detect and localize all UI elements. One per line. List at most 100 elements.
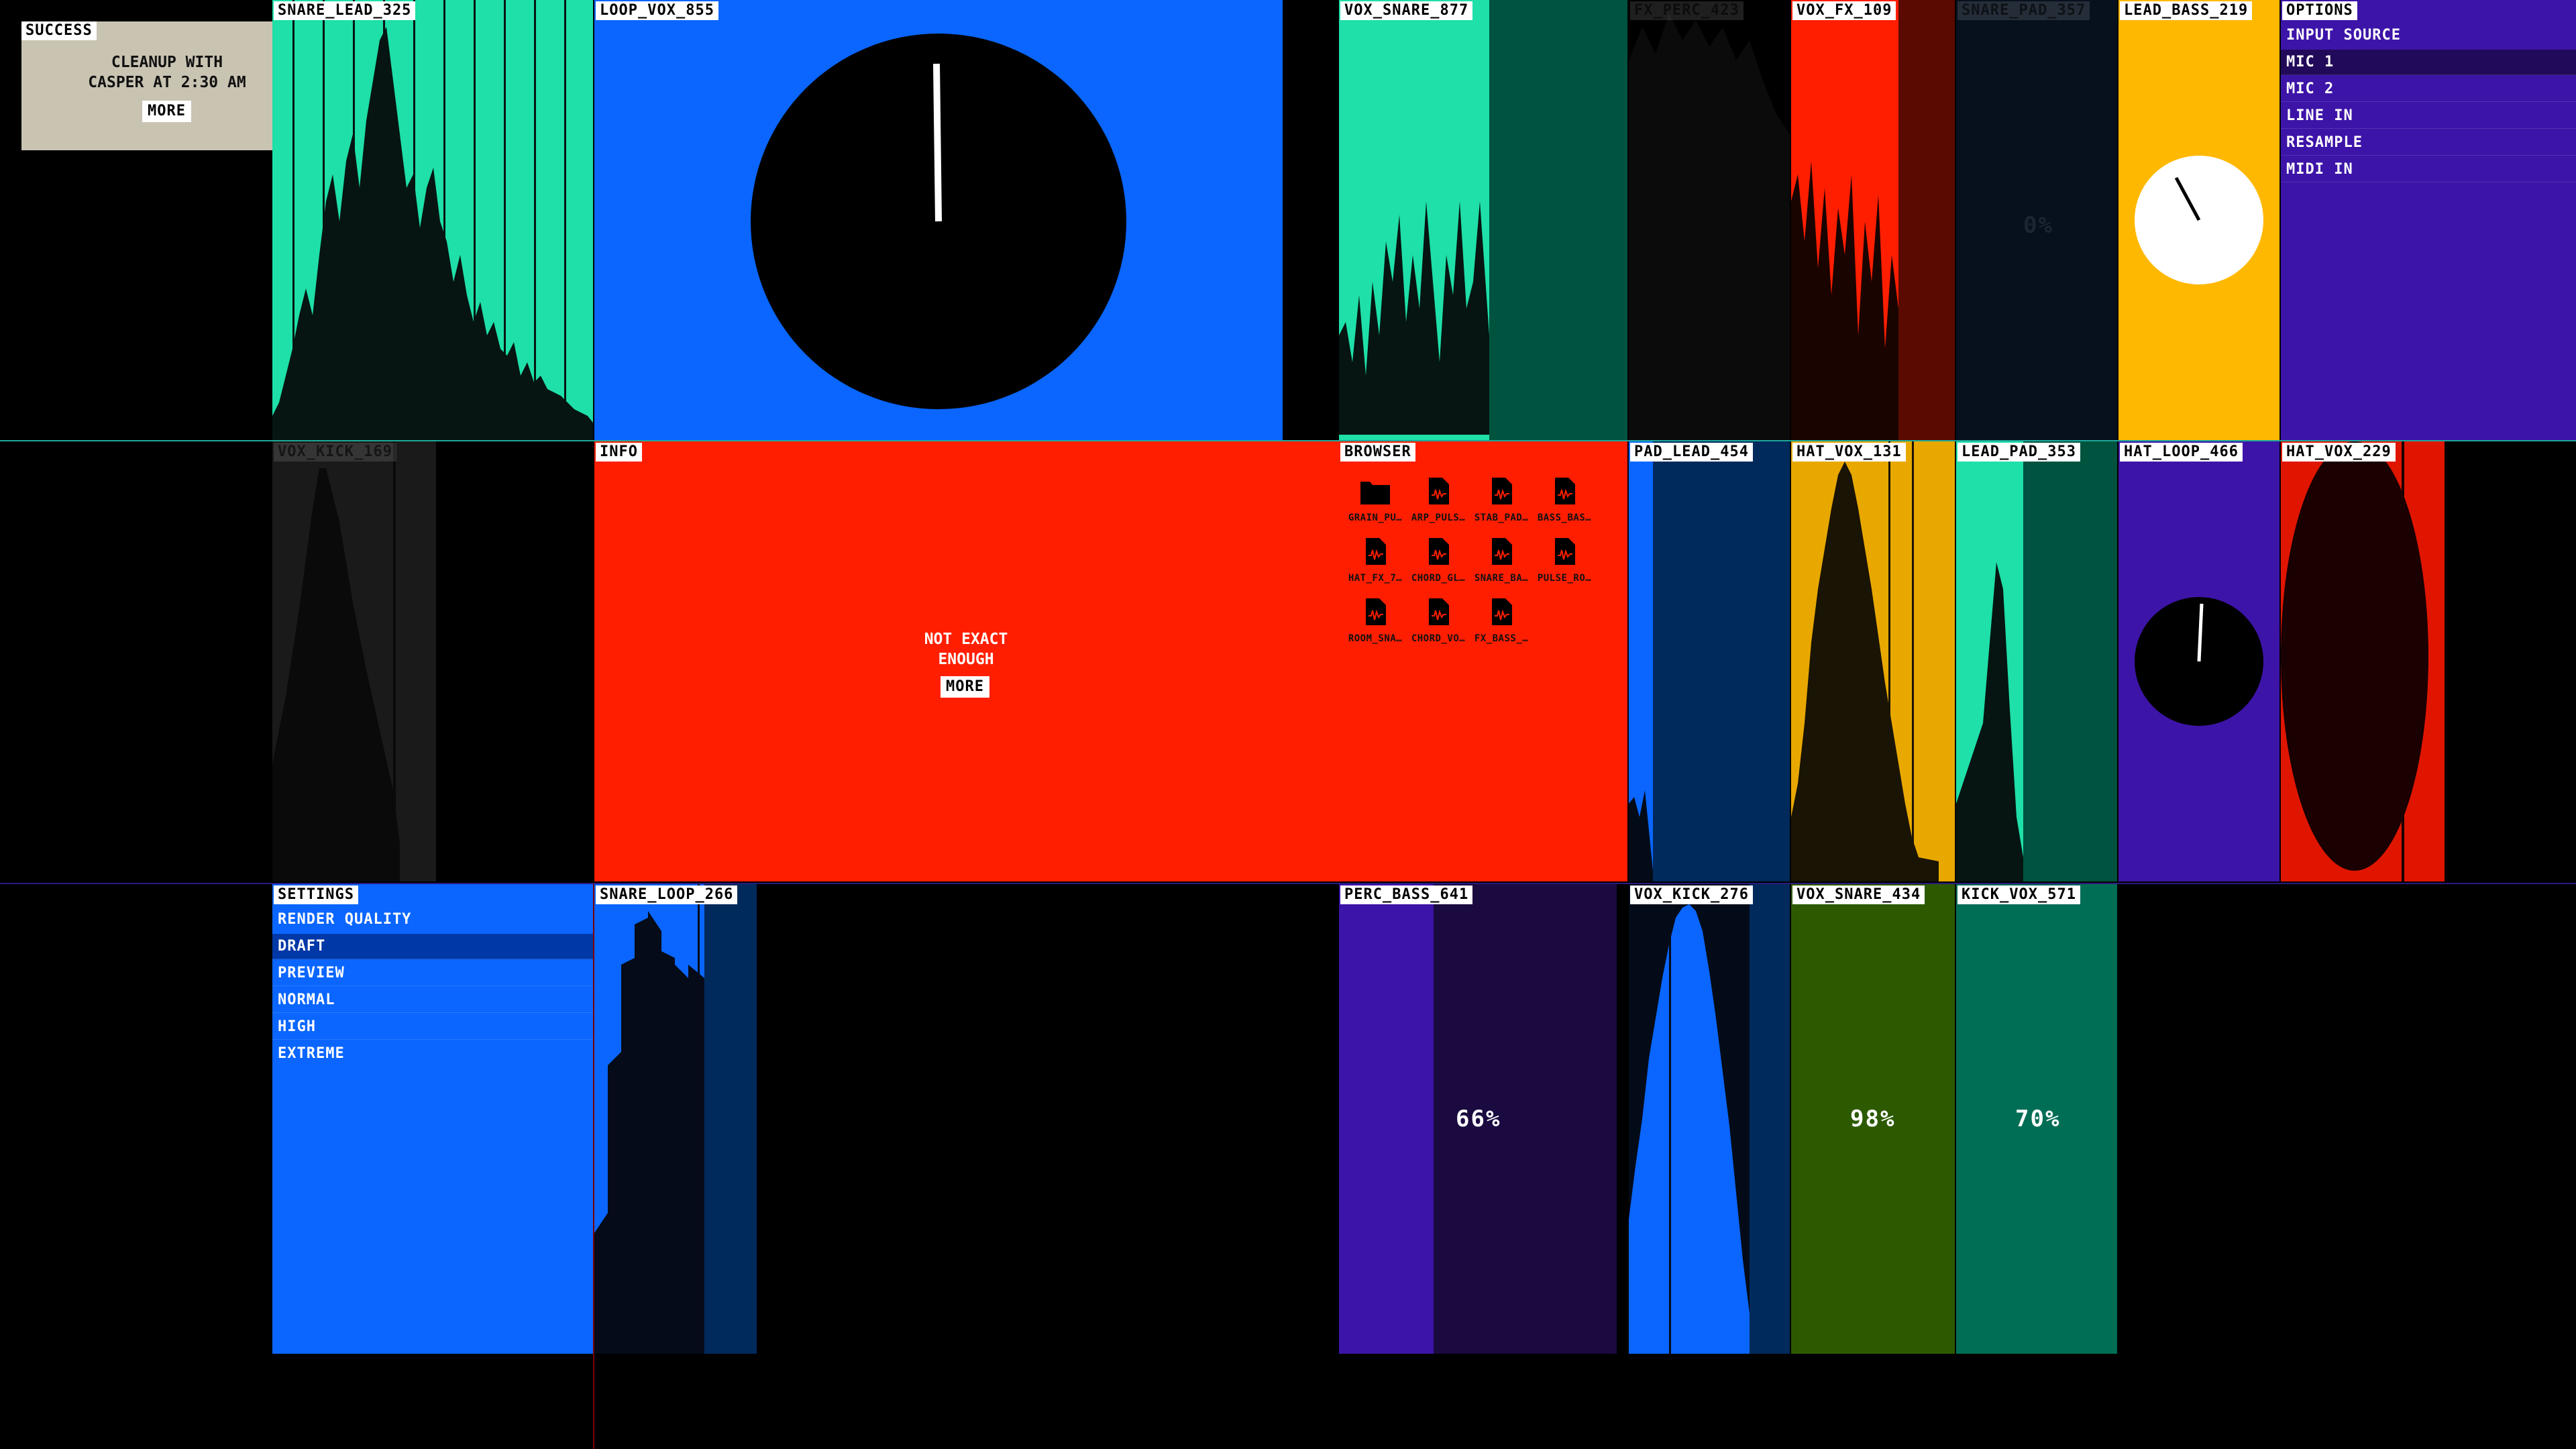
- settings-item-preview[interactable]: PREVIEW: [272, 961, 593, 986]
- options-item-mic-1[interactable]: MIC 1: [2281, 50, 2576, 75]
- file-item[interactable]: HAT_FX_7…: [1344, 537, 1406, 584]
- track-label: HAT_VOX_131: [1792, 443, 1906, 462]
- track-panel-pad-lead-454[interactable]: PAD_LEAD_454: [1629, 441, 1790, 881]
- track-panel-fx-perc-423[interactable]: FX_PERC_423: [1629, 0, 1790, 440]
- success-notification: SUCCESS CLEANUP WITH CASPER AT 2:30 AM M…: [21, 21, 313, 150]
- file-item[interactable]: GRAIN_PU…: [1344, 476, 1406, 523]
- file-name: BASS_BAS…: [1537, 513, 1592, 523]
- waveform: [1629, 884, 1750, 1354]
- info-message-line1: NOT EXACT: [924, 631, 1008, 648]
- track-panel-vox-kick-276[interactable]: VOX_KICK_276: [1629, 884, 1790, 1354]
- file-name: SNARE_BA…: [1474, 573, 1529, 584]
- file-name: FX_BASS_…: [1474, 633, 1529, 644]
- notification-message-line1: CLEANUP WITH: [111, 54, 223, 71]
- track-panel-snare-lead-325[interactable]: SNARE_LEAD_325: [272, 0, 593, 440]
- file-item[interactable]: ROOM_SNA…: [1344, 597, 1406, 644]
- notification-message-line2: CASPER AT 2:30 AM: [88, 74, 246, 91]
- options-item-line-in[interactable]: LINE IN: [2281, 103, 2576, 129]
- waveform: [2281, 441, 2428, 881]
- track-panel-hat-loop-466[interactable]: HAT_LOOP_466: [2118, 441, 2279, 881]
- info-message-line2: ENOUGH: [938, 651, 994, 668]
- file-item[interactable]: STAB_PAD…: [1470, 476, 1532, 523]
- file-item[interactable]: FX_BASS_…: [1470, 597, 1532, 644]
- track-label: FX_PERC_423: [1630, 1, 1743, 20]
- settings-menu: SETTINGS RENDER QUALITY DRAFT PREVIEW NO…: [272, 884, 593, 1354]
- waveform: [1791, 441, 1939, 881]
- info-tag: INFO: [596, 443, 642, 462]
- file-item[interactable]: PULSE_RO…: [1534, 537, 1595, 584]
- options-title: INPUT SOURCE: [2286, 27, 2401, 44]
- waveform: [594, 884, 704, 1354]
- track-panel-lead-pad-353[interactable]: LEAD_PAD_353: [1956, 441, 2117, 881]
- track-panel-kick-vox-571[interactable]: KICK_VOX_571 70%: [1956, 884, 2117, 1354]
- knob[interactable]: [2118, 0, 2279, 440]
- track-panel-loop-vox-855[interactable]: LOOP_VOX_855: [594, 0, 1283, 440]
- folder-icon: [1360, 482, 1390, 504]
- settings-item-draft[interactable]: DRAFT: [272, 934, 593, 959]
- track-panel-lead-bass-219[interactable]: LEAD_BASS_219: [2118, 0, 2279, 440]
- playhead-line: [593, 884, 594, 1449]
- track-panel-snare-pad-357[interactable]: SNARE_PAD_357 0%: [1956, 0, 2117, 440]
- settings-tag: SETTINGS: [274, 885, 358, 904]
- file-item[interactable]: SNARE_BA…: [1470, 537, 1532, 584]
- track-panel-vox-kick-169[interactable]: VOX_KICK_169: [272, 441, 436, 881]
- settings-item-high[interactable]: HIGH: [272, 1014, 593, 1040]
- track-label: LEAD_PAD_353: [1957, 443, 2080, 462]
- track-label: VOX_KICK_276: [1630, 885, 1753, 904]
- options-item-midi-in[interactable]: MIDI IN: [2281, 157, 2576, 182]
- waveform: [1956, 441, 2023, 881]
- notification-tag: SUCCESS: [21, 21, 97, 40]
- options-item-mic-2[interactable]: MIC 2: [2281, 76, 2576, 102]
- file-name: PULSE_RO…: [1537, 573, 1592, 584]
- waveform: [1339, 0, 1489, 440]
- track-panel-hat-vox-131[interactable]: HAT_VOX_131: [1791, 441, 1955, 881]
- track-label: LEAD_BASS_219: [2120, 1, 2253, 20]
- level-percent: 66%: [1456, 1106, 1501, 1132]
- track-label: SNARE_PAD_357: [1957, 1, 2090, 20]
- track-panel-vox-snare-877[interactable]: VOX_SNARE_877: [1339, 0, 1627, 440]
- knob[interactable]: [2118, 441, 2279, 881]
- file-name: STAB_PAD…: [1474, 513, 1529, 523]
- track-label: SNARE_LEAD_325: [274, 1, 416, 20]
- audio-file-icon: [1429, 538, 1449, 565]
- file-name: ARP_PULS…: [1411, 513, 1466, 523]
- file-item[interactable]: CHORD_VO…: [1407, 597, 1469, 644]
- browser-tag: BROWSER: [1340, 443, 1415, 462]
- audio-file-icon: [1555, 538, 1575, 565]
- track-panel-vox-snare-434[interactable]: VOX_SNARE_434 98%: [1791, 884, 1955, 1354]
- settings-item-normal[interactable]: NORMAL: [272, 987, 593, 1013]
- options-menu: OPTIONS INPUT SOURCE MIC 1 MIC 2 LINE IN…: [2281, 0, 2576, 440]
- waveform: [1629, 13, 1790, 440]
- track-label: VOX_KICK_169: [274, 443, 396, 462]
- file-name: HAT_FX_7…: [1348, 573, 1403, 584]
- track-panel-vox-fx-109[interactable]: VOX_FX_109: [1791, 0, 1955, 440]
- file-item[interactable]: CHORD_GL…: [1407, 537, 1469, 584]
- track-panel-perc-bass-641[interactable]: PERC_BASS_641 66%: [1339, 884, 1617, 1354]
- track-label: VOX_SNARE_877: [1340, 1, 1473, 20]
- settings-item-extreme[interactable]: EXTREME: [272, 1041, 593, 1067]
- file-name: GRAIN_PU…: [1348, 513, 1403, 523]
- notification-more-button[interactable]: MORE: [142, 101, 191, 122]
- audio-file-icon: [1429, 598, 1449, 625]
- level-percent: 0%: [2023, 212, 2053, 239]
- waveform: [1791, 0, 1898, 440]
- waveform: [1629, 441, 1653, 881]
- track-label: LOOP_VOX_855: [596, 1, 718, 20]
- file-item[interactable]: BASS_BAS…: [1534, 476, 1595, 523]
- level-percent: 98%: [1850, 1106, 1896, 1132]
- options-item-resample[interactable]: RESAMPLE: [2281, 130, 2576, 156]
- knob[interactable]: [594, 0, 1283, 440]
- file-item[interactable]: ARP_PULS…: [1407, 476, 1469, 523]
- track-label: HAT_LOOP_466: [2120, 443, 2243, 462]
- settings-title: RENDER QUALITY: [278, 911, 412, 928]
- audio-file-icon: [1492, 598, 1512, 625]
- waveform: [272, 441, 400, 881]
- track-panel-hat-vox-229[interactable]: HAT_VOX_229: [2281, 441, 2445, 881]
- level-fill: [1339, 884, 1434, 1354]
- options-tag: OPTIONS: [2282, 1, 2357, 20]
- track-panel-snare-loop-266[interactable]: SNARE_LOOP_266: [594, 884, 757, 1354]
- info-more-button[interactable]: MORE: [941, 676, 989, 698]
- file-name: ROOM_SNA…: [1348, 633, 1403, 644]
- audio-file-icon: [1429, 478, 1449, 504]
- track-label: PERC_BASS_641: [1340, 885, 1473, 904]
